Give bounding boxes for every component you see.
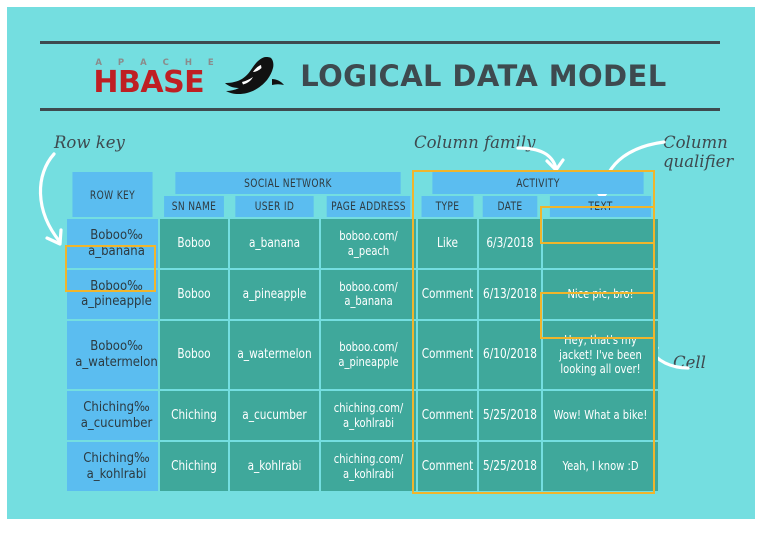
cell-page-address: boboo.com/a_pineapple — [321, 320, 417, 390]
cell-type: Like — [418, 219, 478, 269]
cell-date: 5/25/2018 — [479, 442, 542, 491]
screenshot-canvas: A P A C H E HBASE LOGICAL DATA MODEL Row… — [0, 0, 774, 533]
hbase-logo: A P A C H E HBASE — [93, 56, 286, 97]
cell-sn-name: Chiching — [160, 391, 228, 441]
header-user-id: USER ID — [235, 195, 314, 218]
cell-date: 6/10/2018 — [479, 320, 542, 390]
cell-text: Yeah, I know :D — [543, 442, 659, 491]
hbase-logo-wordmark: A P A C H E HBASE — [93, 59, 220, 100]
cell-date: 5/25/2018 — [479, 391, 542, 441]
cell-sn-name: Boboo — [160, 320, 228, 390]
cell-date: 6/3/2018 — [479, 219, 542, 269]
cell-type: Comment — [418, 391, 478, 441]
header-divider-top — [40, 41, 720, 44]
annotation-row-key: Row key — [54, 133, 125, 152]
cell-user-id: a_cucumber — [230, 391, 319, 441]
header-date: DATE — [482, 195, 538, 218]
header: A P A C H E HBASE LOGICAL DATA MODEL — [40, 48, 720, 104]
header-text: TEXT — [549, 195, 652, 218]
header-row-key: ROW KEY — [72, 172, 153, 218]
cell-sn-name: Chiching — [160, 442, 228, 491]
cell-row-key: Boboo‰ a_pineapple — [67, 270, 158, 319]
header-social-network: SOCIAL NETWORK — [175, 172, 401, 194]
cell-row-key: Chiching‰ a_kohlrabi — [67, 442, 158, 491]
cell-user-id: a_watermelon — [230, 320, 319, 390]
header-activity: ACTIVITY — [432, 172, 644, 194]
cell-page-address: chiching.com/a_kohlrabi — [321, 391, 417, 441]
annotation-cell: Cell — [673, 353, 706, 372]
cell-text: Hey, that's my jacket! I've been looking… — [543, 320, 659, 390]
header-page-address: PAGE ADDRESS — [326, 195, 411, 218]
header-type: TYPE — [421, 195, 474, 218]
cell-sn-name: Boboo — [160, 270, 228, 319]
cell-page-address: boboo.com/a_peach — [321, 219, 417, 269]
cell-type: Comment — [418, 270, 478, 319]
table-row: Chiching‰ a_cucumber Chiching a_cucumber … — [67, 391, 659, 441]
table-row: Boboo‰ a_pineapple Boboo a_pineapple bobo… — [67, 270, 659, 319]
cell-user-id: a_banana — [230, 219, 319, 269]
cell-sn-name: Boboo — [160, 219, 228, 269]
cell-user-id: a_pineapple — [230, 270, 319, 319]
header-sn-name: SN NAME — [164, 195, 224, 218]
cell-user-id: a_kohlrabi — [230, 442, 319, 491]
cell-type: Comment — [418, 442, 478, 491]
table-row: Chiching‰ a_kohlrabi Chiching a_kohlrabi … — [67, 442, 659, 491]
table-row: Boboo‰ a_watermelon Boboo a_watermelon bo… — [67, 320, 659, 390]
logical-data-model-table: ROW KEY SOCIAL NETWORK ACTIVITY SN NAME … — [65, 170, 659, 493]
cell-text — [543, 219, 659, 269]
cell-page-address: chiching.com/a_kohlrabi — [321, 442, 417, 491]
annotation-column-family: Column family — [414, 133, 536, 152]
cell-type: Comment — [418, 320, 478, 390]
cell-date: 6/13/2018 — [479, 270, 542, 319]
cell-text: Wow! What a bike! — [543, 391, 659, 441]
cell-row-key: Chiching‰ a_cucumber — [67, 391, 158, 441]
cell-row-key: Boboo‰ a_watermelon — [67, 320, 158, 390]
page-title: LOGICAL DATA MODEL — [300, 59, 667, 93]
header-divider-bottom — [40, 108, 720, 111]
cell-row-key: Boboo‰ a_banana — [67, 219, 158, 269]
table-header-qualifier-row: SN NAME USER ID PAGE ADDRESS TYPE DATE T… — [67, 195, 658, 218]
hbase-label: HBASE — [93, 64, 205, 100]
orca-whale-icon — [225, 56, 285, 94]
cell-page-address: boboo.com/a_banana — [321, 270, 417, 319]
table-row: Boboo‰ a_banana Boboo a_banana boboo.com/… — [67, 219, 659, 269]
annotation-column-qualifier: Column qualifier — [663, 133, 734, 171]
cell-text: Nice pic, bro! — [543, 270, 659, 319]
table-header-group-row: ROW KEY SOCIAL NETWORK ACTIVITY — [67, 172, 658, 218]
